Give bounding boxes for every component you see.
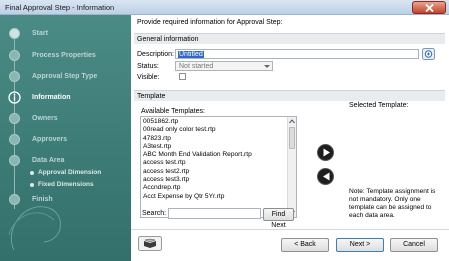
list-item[interactable]: A3test.rtp xyxy=(143,143,285,151)
step-dot xyxy=(9,134,20,145)
step-label: Approvers xyxy=(32,136,68,143)
chevron-down-icon xyxy=(264,65,270,68)
step-label: Start xyxy=(32,30,48,37)
list-item[interactable]: access test.rtp xyxy=(143,159,285,167)
description-label: Description: xyxy=(137,51,174,58)
lookup-icon xyxy=(422,48,435,60)
step-approval-step-type[interactable]: Approval Step Type xyxy=(0,70,131,84)
list-item[interactable]: Accndrep.rtp xyxy=(143,184,285,192)
list-item[interactable]: Acct Expense by Qtr 5Yr.rtp xyxy=(143,193,285,201)
step-dot xyxy=(9,155,20,166)
lookup-button[interactable] xyxy=(422,48,435,60)
status-dropdown[interactable]: Not started xyxy=(175,61,273,71)
selected-template-label: Selected Template: xyxy=(349,102,409,109)
visible-label: Visible: xyxy=(137,74,160,81)
step-approvers[interactable]: Approvers xyxy=(0,133,131,147)
description-input[interactable]: Untitled xyxy=(175,49,419,59)
search-label: Search: xyxy=(142,210,167,217)
list-item[interactable]: 0051862.rtp xyxy=(143,118,285,126)
available-templates-list[interactable]: 0051862.rtp 00read only color test.rtp 4… xyxy=(140,116,297,218)
status-value: Not started xyxy=(179,63,214,70)
decorative-swirl xyxy=(8,206,61,251)
step-label: Information xyxy=(32,94,71,101)
step-dot xyxy=(9,71,20,82)
remove-template-button[interactable] xyxy=(317,168,334,185)
list-item[interactable]: 47823.rtp xyxy=(143,135,285,143)
step-information[interactable]: Information xyxy=(0,91,131,105)
scroll-thumb[interactable] xyxy=(289,127,295,149)
step-dot xyxy=(9,28,20,39)
bullet xyxy=(30,171,34,175)
status-label: Status: xyxy=(137,63,159,70)
description-value: Untitled xyxy=(178,51,204,58)
template-note: Note: Template assignment is not mandato… xyxy=(349,188,436,219)
scroll-up-icon[interactable] xyxy=(288,117,296,126)
help-button[interactable] xyxy=(138,236,162,251)
visible-checkbox[interactable] xyxy=(179,73,186,80)
step-label: Process Properties xyxy=(32,52,96,59)
close-icon xyxy=(425,4,434,12)
step-owners[interactable]: Owners xyxy=(0,112,131,126)
arrow-left-icon xyxy=(323,172,330,181)
substep-label: Fixed Dimensions xyxy=(38,181,94,188)
bullet xyxy=(30,183,34,187)
cancel-button[interactable]: Cancel xyxy=(390,238,438,252)
step-label: Owners xyxy=(32,115,58,122)
available-templates-label: Available Templates: xyxy=(141,108,205,115)
list-item[interactable]: access test2.rtp xyxy=(143,168,285,176)
general-information-header: General information xyxy=(134,33,445,44)
add-template-button[interactable] xyxy=(317,144,334,161)
step-data-area[interactable]: Data Area xyxy=(0,154,131,168)
back-button[interactable]: < Back xyxy=(281,238,329,252)
footer-divider xyxy=(131,229,449,230)
step-start[interactable]: Start xyxy=(0,27,131,41)
step-dot xyxy=(9,113,20,124)
search-input[interactable] xyxy=(168,208,261,219)
arrow-right-icon xyxy=(323,148,330,157)
step-dot xyxy=(8,91,21,104)
close-button[interactable] xyxy=(412,1,446,14)
main-panel: Provide required information for Approva… xyxy=(131,15,449,261)
list-item[interactable]: ABC Month End Validation Report.rtp xyxy=(143,151,285,159)
step-dot xyxy=(9,50,20,61)
title-bar: Final Approval Step - Information xyxy=(0,0,449,15)
step-process-properties[interactable]: Process Properties xyxy=(0,49,131,63)
substep-label: Approval Dimension xyxy=(38,169,102,176)
list-item[interactable]: 00read only color test.rtp xyxy=(143,126,285,134)
wizard-sidebar: Start Process Properties Approval Step T… xyxy=(0,15,131,261)
help-book-icon xyxy=(138,236,162,251)
template-header: Template xyxy=(134,90,445,101)
list-scrollbar[interactable] xyxy=(287,117,296,217)
find-next-button[interactable]: Find Next xyxy=(263,208,294,229)
list-item[interactable]: access test3.rtp xyxy=(143,176,285,184)
step-label: Data Area xyxy=(32,157,65,164)
intro-text: Provide required information for Approva… xyxy=(137,19,283,26)
step-label: Approval Step Type xyxy=(32,73,98,80)
window-title: Final Approval Step - Information xyxy=(5,3,115,12)
next-button[interactable]: Next > xyxy=(336,238,384,252)
info-circle-icon xyxy=(8,91,21,104)
